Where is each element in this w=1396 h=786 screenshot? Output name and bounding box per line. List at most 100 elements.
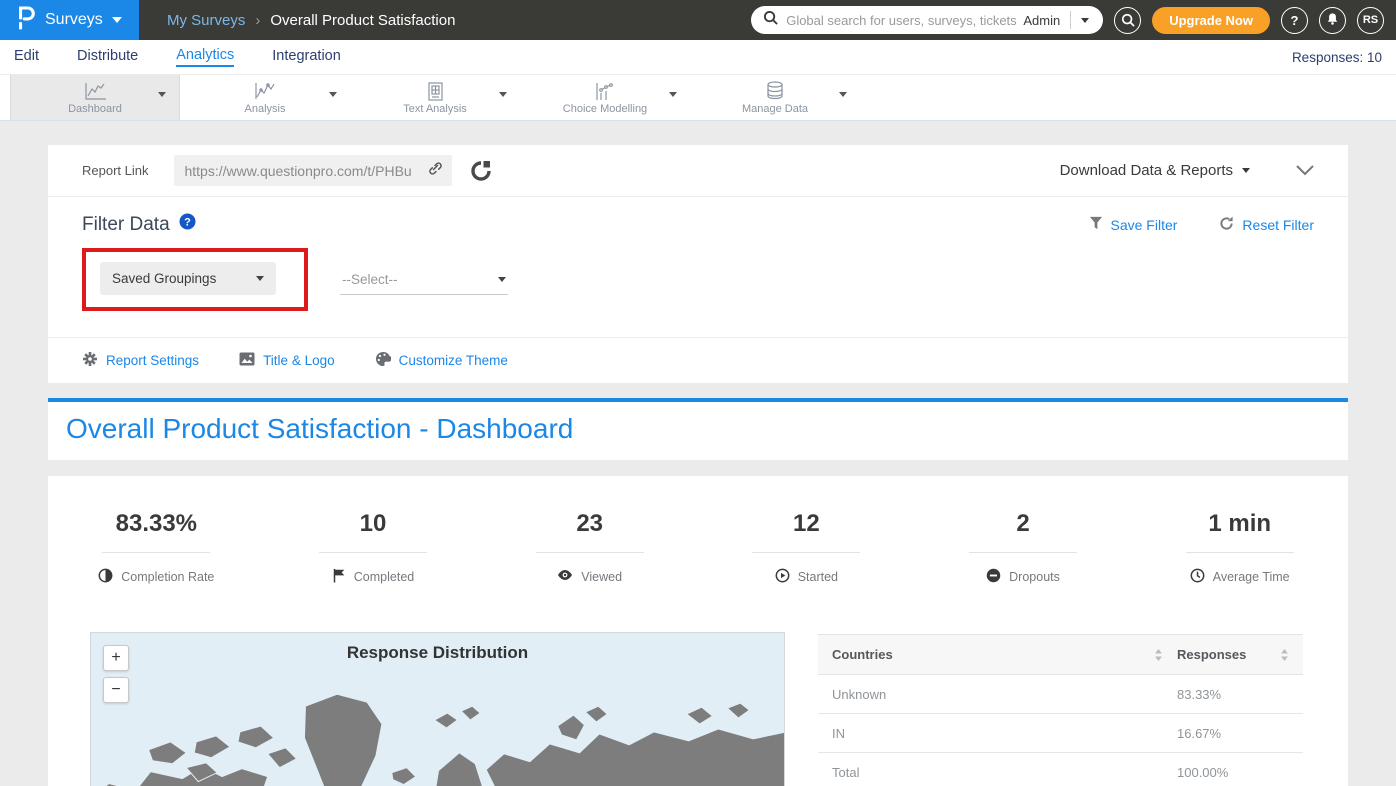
tab-integration[interactable]: Integration — [272, 48, 341, 66]
text-analysis-icon — [425, 81, 445, 101]
chevron-down-icon — [1081, 18, 1089, 23]
chevron-down-icon[interactable] — [839, 92, 847, 97]
map-zoom-in-button[interactable]: + — [103, 645, 129, 671]
analytics-toolbar: Dashboard Analysis Text Analysis Choice … — [0, 74, 1396, 121]
table-row: Unknown 83.33% — [818, 675, 1303, 714]
dashboard-card: 83.33% Completion Rate 10 Completed — [48, 476, 1348, 786]
country-cell: Total — [832, 765, 1177, 780]
chevron-down-icon[interactable] — [329, 92, 337, 97]
collapse-panel-chevron-icon[interactable] — [1296, 165, 1314, 176]
toolbar-tab-text-analysis[interactable]: Text Analysis — [350, 75, 520, 120]
funnel-icon — [1089, 216, 1103, 233]
help-circle-icon[interactable]: ? — [179, 213, 196, 236]
search-scope-dropdown[interactable] — [1071, 18, 1099, 23]
map-title: Response Distribution — [91, 643, 784, 663]
country-cell: Unknown — [832, 687, 1177, 702]
country-cell: IN — [832, 726, 1177, 741]
report-settings-button[interactable]: Report Settings — [82, 351, 199, 370]
stats-row: 83.33% Completion Rate 10 Completed — [48, 510, 1348, 588]
link-icon[interactable] — [427, 161, 444, 181]
choice-modelling-icon — [593, 81, 617, 101]
filter-data-section: Filter Data ? Save Filter — [48, 197, 1348, 337]
map-zoom-controls: + − — [103, 645, 129, 703]
search-scope[interactable]: Admin — [1017, 13, 1070, 28]
toolbar-tab-analysis[interactable]: Analysis — [180, 75, 350, 120]
chevron-down-icon[interactable] — [158, 92, 166, 97]
gear-icon — [82, 351, 98, 370]
saved-groupings-dropdown[interactable]: Saved Groupings — [100, 262, 276, 295]
notifications-button[interactable] — [1319, 7, 1346, 34]
column-responses: Responses — [1177, 647, 1246, 662]
help-button[interactable]: ? — [1281, 7, 1308, 34]
live-feed-icon[interactable] — [470, 160, 492, 182]
toolbar-tab-choice-modelling[interactable]: Choice Modelling — [520, 75, 690, 120]
palette-icon — [375, 351, 391, 370]
global-search[interactable]: Admin — [751, 6, 1103, 34]
survey-nav: Edit Distribute Analytics Integration Re… — [0, 40, 1396, 74]
responses-cell: 16.67% — [1177, 726, 1289, 741]
annotation-highlight-box: Saved Groupings — [82, 248, 308, 311]
filter-data-title: Filter Data ? — [82, 213, 196, 236]
column-countries: Countries — [832, 647, 893, 662]
page-title: Overall Product Satisfaction - Dashboard — [66, 413, 1330, 445]
product-switcher[interactable]: Surveys — [0, 0, 139, 40]
breadcrumb-my-surveys[interactable]: My Surveys — [167, 12, 245, 29]
questionpro-logo-icon — [16, 6, 36, 35]
stat-average-time: 1 min Average Time — [1131, 510, 1348, 588]
report-link-label: Report Link — [82, 163, 148, 178]
dashboard-chart-icon — [83, 81, 107, 101]
avatar[interactable]: RS — [1357, 7, 1384, 34]
report-link-field[interactable]: https://www.questionpro.com/t/PHBu — [174, 155, 452, 186]
report-filter-card: Report Link https://www.questionpro.com/… — [48, 145, 1348, 383]
tab-edit[interactable]: Edit — [14, 48, 39, 66]
breadcrumb-separator: › — [255, 12, 260, 29]
sort-responses-icon[interactable] — [1280, 649, 1289, 661]
tab-distribute[interactable]: Distribute — [77, 48, 138, 66]
map-zoom-out-button[interactable]: − — [103, 677, 129, 703]
topbar-actions: Admin Upgrade Now ? RS — [751, 6, 1396, 34]
topbar: Surveys My Surveys › Overall Product Sat… — [0, 0, 1396, 40]
reset-filter-button[interactable]: Reset Filter — [1219, 216, 1314, 234]
database-icon — [765, 81, 785, 101]
chevron-down-icon — [112, 17, 122, 23]
table-row: IN 16.67% — [818, 714, 1303, 753]
minus-circle-icon — [986, 568, 1001, 586]
countries-table: Countries Responses Unknown 83.33% — [818, 634, 1303, 786]
chevron-down-icon — [498, 277, 506, 282]
report-url[interactable]: https://www.questionpro.com/t/PHBu — [184, 163, 427, 179]
filter-actions: Save Filter Reset Filter — [1089, 216, 1315, 234]
contrast-circle-icon — [98, 568, 113, 586]
product-name: Surveys — [45, 11, 103, 29]
analysis-chart-icon — [253, 81, 277, 101]
table-row: Total 100.00% — [818, 753, 1303, 786]
response-distribution-map[interactable]: Response Distribution + − — [90, 632, 785, 786]
search-input[interactable] — [786, 13, 1017, 28]
refresh-icon — [1219, 216, 1234, 234]
title-logo-button[interactable]: Title & Logo — [239, 352, 335, 369]
flag-icon — [332, 568, 346, 586]
report-row-right: Download Data & Reports — [1060, 162, 1314, 179]
chevron-down-icon[interactable] — [669, 92, 677, 97]
report-link-row: Report Link https://www.questionpro.com/… — [48, 145, 1348, 197]
title-block: Overall Product Satisfaction - Dashboard — [48, 402, 1348, 460]
stat-completed: 10 Completed — [265, 510, 482, 588]
chevron-down-icon[interactable] — [499, 92, 507, 97]
chevron-down-icon — [1242, 168, 1250, 173]
upgrade-now-button[interactable]: Upgrade Now — [1152, 7, 1270, 34]
toolbar-tab-manage-data[interactable]: Manage Data — [690, 75, 860, 120]
toolbar-tab-dashboard[interactable]: Dashboard — [10, 75, 180, 120]
search-icon — [763, 10, 778, 30]
play-circle-icon — [775, 568, 790, 586]
tab-analytics[interactable]: Analytics — [176, 47, 234, 67]
clock-icon — [1190, 568, 1205, 586]
sort-countries-icon[interactable] — [1154, 649, 1163, 661]
customize-theme-button[interactable]: Customize Theme — [375, 351, 508, 370]
grouping-select-dropdown[interactable]: --Select-- — [340, 265, 508, 295]
report-settings-row: Report Settings Title & Logo Customize T… — [48, 337, 1348, 383]
search-button[interactable] — [1114, 7, 1141, 34]
stat-completion-rate: 83.33% Completion Rate — [48, 510, 265, 588]
download-data-reports-button[interactable]: Download Data & Reports — [1060, 162, 1250, 179]
world-map — [91, 673, 785, 786]
save-filter-button[interactable]: Save Filter — [1089, 216, 1178, 233]
eye-icon — [557, 569, 573, 584]
